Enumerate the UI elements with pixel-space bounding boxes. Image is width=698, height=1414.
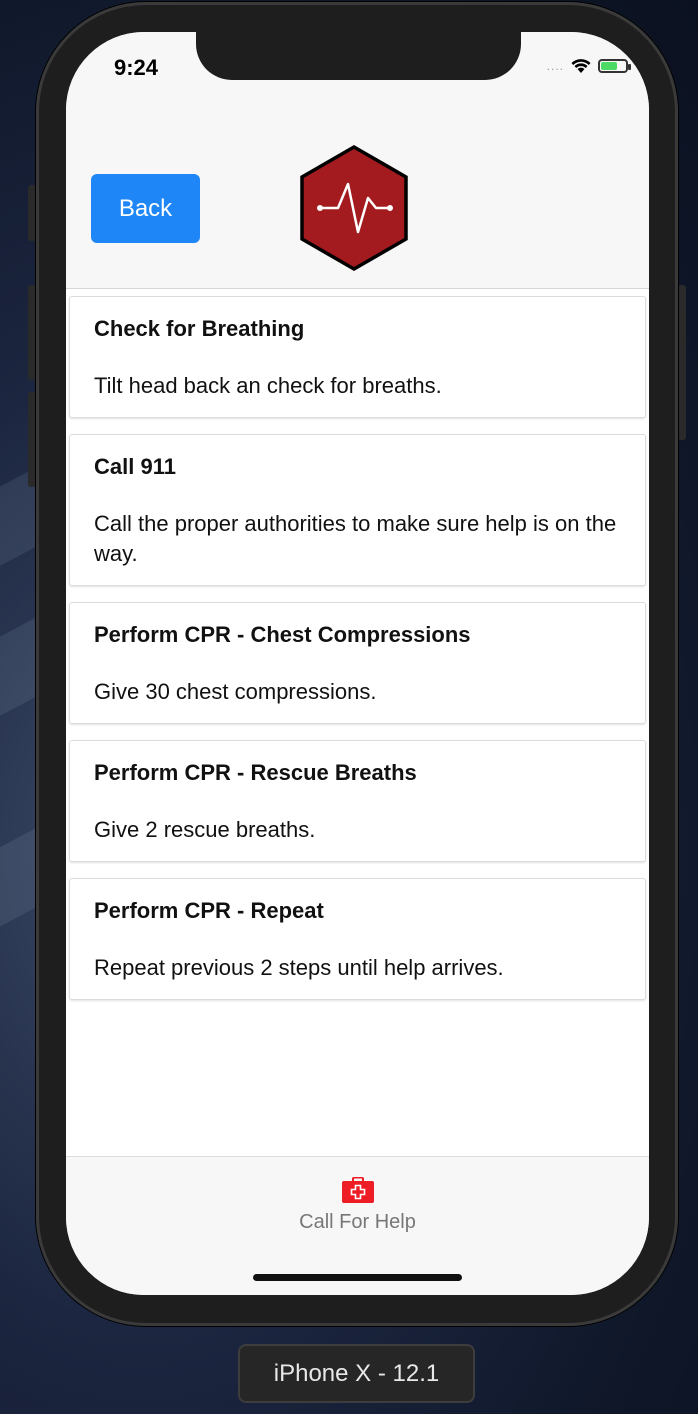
tab-call-for-help[interactable]: Call For Help xyxy=(66,1173,649,1234)
step-card-repeat[interactable]: Perform CPR - Repeat Repeat previous 2 s… xyxy=(69,878,646,1000)
step-title: Check for Breathing xyxy=(94,316,305,341)
tab-label: Call For Help xyxy=(299,1211,416,1233)
step-description: Tilt head back an check for breaths. xyxy=(94,373,442,398)
home-indicator[interactable] xyxy=(253,1274,462,1281)
first-aid-kit-icon xyxy=(341,1177,374,1203)
volume-down-button xyxy=(28,392,36,487)
step-description: Repeat previous 2 steps until help arriv… xyxy=(94,955,504,980)
step-title: Perform CPR - Chest Compressions xyxy=(94,622,471,647)
status-time: 9:24 xyxy=(114,55,159,80)
app-screen: Back Check for Breathing Tilt head back … xyxy=(66,32,649,1295)
power-button xyxy=(678,285,686,440)
status-icons: .... xyxy=(546,58,631,74)
step-description: Give 30 chest compressions. xyxy=(94,679,377,704)
step-title: Perform CPR - Repeat xyxy=(94,898,324,923)
battery-charging-icon xyxy=(598,59,631,73)
step-card-breathing[interactable]: Check for Breathing Tilt head back an ch… xyxy=(69,296,646,418)
volume-up-button xyxy=(28,285,36,380)
step-card-rescue-breaths[interactable]: Perform CPR - Rescue Breaths Give 2 resc… xyxy=(69,740,646,862)
device-label: iPhone X - 12.1 xyxy=(238,1344,475,1403)
back-button[interactable]: Back xyxy=(91,174,200,243)
steps-list: Check for Breathing Tilt head back an ch… xyxy=(69,296,646,1016)
wifi-icon xyxy=(571,59,591,73)
phone-notch xyxy=(196,32,521,80)
step-title: Perform CPR - Rescue Breaths xyxy=(94,760,417,785)
mute-switch xyxy=(28,185,36,241)
signal-icon: .... xyxy=(546,59,564,73)
step-description: Give 2 rescue breaths. xyxy=(94,817,316,842)
step-card-call-911[interactable]: Call 911 Call the proper authorities to … xyxy=(69,434,646,586)
step-description: Call the proper authorities to make sure… xyxy=(94,511,617,566)
step-card-chest-compressions[interactable]: Perform CPR - Chest Compressions Give 30… xyxy=(69,602,646,724)
heartbeat-hexagon-icon xyxy=(300,144,408,272)
step-title: Call 911 xyxy=(94,454,176,479)
